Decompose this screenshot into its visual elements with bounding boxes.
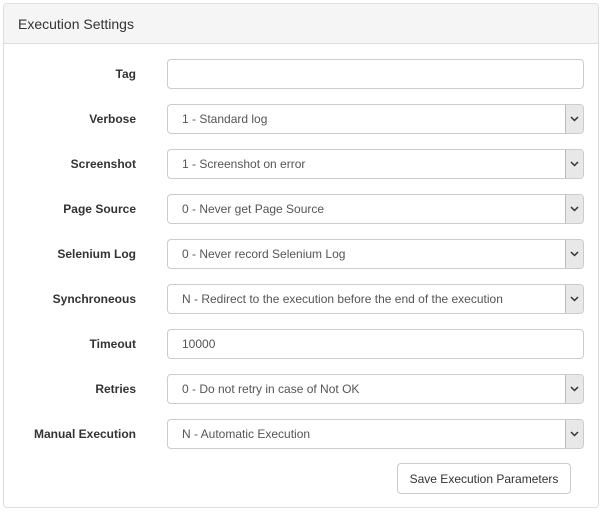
timeout-input[interactable]: 10000 bbox=[167, 329, 584, 359]
retries-select[interactable]: 0 - Do not retry in case of Not OK bbox=[167, 374, 584, 404]
verbose-row: Verbose 1 - Standard log bbox=[4, 104, 598, 134]
tag-row: Tag bbox=[4, 59, 598, 89]
page-source-row: Page Source 0 - Never get Page Source bbox=[4, 194, 598, 224]
retries-row: Retries 0 - Do not retry in case of Not … bbox=[4, 374, 598, 404]
synchroneous-value: N - Redirect to the execution before the… bbox=[182, 292, 503, 306]
chevron-down-icon[interactable] bbox=[565, 375, 583, 403]
tag-label: Tag bbox=[115, 67, 136, 81]
chevron-down-icon[interactable] bbox=[565, 150, 583, 178]
selenium-log-value: 0 - Never record Selenium Log bbox=[182, 247, 346, 261]
synchroneous-select[interactable]: N - Redirect to the execution before the… bbox=[167, 284, 584, 314]
synchroneous-row: Synchroneous N - Redirect to the executi… bbox=[4, 284, 598, 314]
manual-execution-value: N - Automatic Execution bbox=[182, 427, 311, 441]
screenshot-label: Screenshot bbox=[70, 157, 136, 171]
timeout-row: Timeout 10000 bbox=[4, 329, 598, 359]
retries-label: Retries bbox=[95, 382, 136, 396]
timeout-label: Timeout bbox=[89, 337, 136, 351]
selenium-log-select[interactable]: 0 - Never record Selenium Log bbox=[167, 239, 584, 269]
chevron-down-icon[interactable] bbox=[565, 105, 583, 133]
page-source-label: Page Source bbox=[63, 202, 136, 216]
verbose-value: 1 - Standard log bbox=[182, 112, 268, 126]
page-source-select[interactable]: 0 - Never get Page Source bbox=[167, 194, 584, 224]
page-source-value: 0 - Never get Page Source bbox=[182, 202, 325, 216]
chevron-down-icon[interactable] bbox=[565, 195, 583, 223]
execution-settings-panel: Execution Settings Tag Verbose 1 - Stand… bbox=[3, 3, 599, 508]
panel-title: Execution Settings bbox=[4, 4, 598, 44]
retries-value: 0 - Do not retry in case of Not OK bbox=[182, 382, 360, 396]
screenshot-row: Screenshot 1 - Screenshot on error bbox=[4, 149, 598, 179]
screenshot-select[interactable]: 1 - Screenshot on error bbox=[167, 149, 584, 179]
screenshot-value: 1 - Screenshot on error bbox=[182, 157, 306, 171]
verbose-label: Verbose bbox=[89, 112, 136, 126]
verbose-select[interactable]: 1 - Standard log bbox=[167, 104, 584, 134]
chevron-down-icon[interactable] bbox=[565, 240, 583, 268]
tag-input[interactable] bbox=[167, 59, 584, 89]
save-execution-parameters-button[interactable]: Save Execution Parameters bbox=[397, 463, 571, 494]
synchroneous-label: Synchroneous bbox=[52, 292, 136, 306]
manual-execution-label: Manual Execution bbox=[33, 427, 136, 441]
manual-execution-select[interactable]: N - Automatic Execution bbox=[167, 419, 584, 449]
selenium-log-row: Selenium Log 0 - Never record Selenium L… bbox=[4, 239, 598, 269]
chevron-down-icon[interactable] bbox=[565, 420, 583, 448]
selenium-log-label: Selenium Log bbox=[57, 247, 136, 261]
manual-execution-row: Manual Execution N - Automatic Execution bbox=[4, 419, 598, 449]
chevron-down-icon[interactable] bbox=[565, 285, 583, 313]
